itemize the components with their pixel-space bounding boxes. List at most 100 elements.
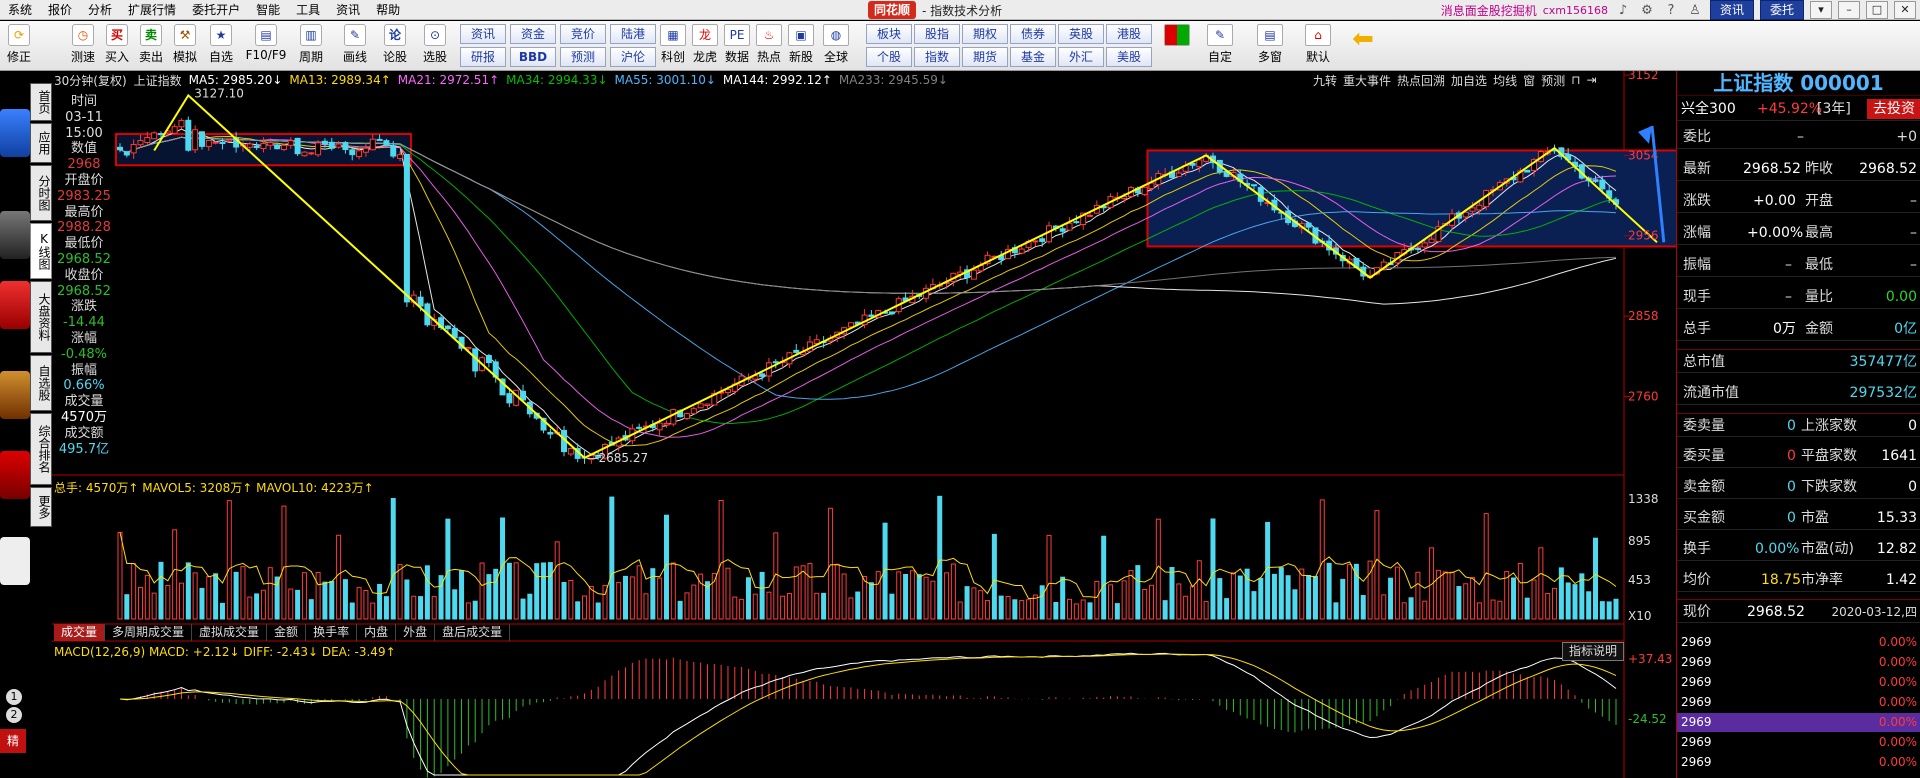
btn-bbd[interactable]: BBD	[510, 47, 556, 67]
tick-pct: 0.00%	[1878, 655, 1917, 669]
vtab-afterhours[interactable]: 盘后成交量	[435, 624, 511, 641]
menu-news[interactable]: 资讯	[328, 0, 368, 20]
btn-yuce[interactable]: 预测	[560, 47, 606, 67]
vtab-virtual[interactable]: 虚拟成交量	[192, 624, 268, 641]
username[interactable]: cxm156168	[1543, 4, 1608, 17]
btn-zhaiquan[interactable]: 债券	[1010, 24, 1056, 44]
btn-forecast[interactable]: 预测	[1541, 72, 1565, 89]
global-button[interactable]: ◍ 全球	[818, 24, 854, 65]
trade-button[interactable]: 委托	[1759, 0, 1804, 20]
fix-button[interactable]: ⟳ 修正	[2, 24, 36, 65]
kechuang-button[interactable]: ▦ 科创	[658, 24, 688, 65]
btn-zixun[interactable]: 资讯	[460, 24, 506, 44]
custom-button[interactable]: ✎ 自定	[1200, 24, 1240, 65]
btn-add-watch[interactable]: 加自选	[1451, 72, 1487, 89]
btn-major-events[interactable]: 重大事件	[1343, 72, 1391, 89]
btn-qiquan[interactable]: 期权	[962, 24, 1008, 44]
menu-trade-open[interactable]: 委托开户	[184, 0, 248, 20]
btn-window[interactable]: 窗	[1523, 72, 1535, 89]
menu-smart[interactable]: 智能	[248, 0, 288, 20]
volume-bar	[1599, 601, 1605, 620]
menu-tools[interactable]: 工具	[288, 0, 328, 20]
btn-waihui[interactable]: 外汇	[1058, 47, 1104, 67]
low-label-r: 最低	[1805, 257, 1833, 273]
menu-analysis[interactable]: 分析	[80, 0, 120, 20]
question-icon[interactable]: ?	[1662, 3, 1680, 18]
vtab-amount[interactable]: 金额	[267, 624, 307, 641]
news-link[interactable]: 消息面金股挖掘机	[1441, 2, 1537, 19]
btn-lugang[interactable]: 陆港	[610, 24, 656, 44]
ipo-button[interactable]: ▣ 新股	[786, 24, 816, 65]
btn-meigu[interactable]: 美股	[1106, 47, 1152, 67]
dragon-icon: 龙	[692, 24, 718, 46]
pin-icon[interactable]: ⇥	[1586, 73, 1596, 87]
fund-ad-row[interactable]: 兴全300 +45.92% [3年] 去投资	[1677, 97, 1920, 121]
news-button[interactable]: 资讯	[1709, 0, 1754, 20]
multiwin-button[interactable]: ▤ 多窗	[1250, 24, 1290, 65]
default-button[interactable]: ⌂ 默认	[1298, 24, 1338, 65]
forum-button[interactable]: 论论股	[378, 24, 412, 65]
btn-yanbao[interactable]: 研报	[460, 47, 506, 67]
btn-jingjia[interactable]: 竞价	[560, 24, 606, 44]
btn-zhishu[interactable]: 指数	[914, 47, 960, 67]
btn-hot-review[interactable]: 热点回溯	[1397, 72, 1445, 89]
btn-bankuai[interactable]: 板块	[866, 24, 912, 44]
period-button[interactable]: ▥ 周期	[294, 24, 328, 65]
btn-yinggu[interactable]: 英股	[1058, 24, 1104, 44]
btn-jijin[interactable]: 基金	[1010, 47, 1056, 67]
close-icon[interactable]: ✕	[1894, 1, 1916, 19]
tick-price: 2969	[1681, 755, 1712, 769]
multiwin-label: 多窗	[1257, 50, 1282, 64]
speed-button[interactable]: ◷ 测速	[66, 24, 100, 65]
maximize-icon[interactable]: □	[1866, 1, 1888, 19]
dropdown-icon[interactable]: ▾	[1810, 1, 1832, 19]
back-button[interactable]: ⬅	[1346, 24, 1380, 56]
period-label[interactable]: 30分钟(复权)	[54, 72, 127, 89]
f10-label: F10/F9	[245, 48, 287, 62]
invest-button[interactable]: 去投资	[1867, 99, 1920, 119]
vtab-volume[interactable]: 成交量	[54, 624, 106, 641]
btn-guzhi[interactable]: 股指	[914, 24, 960, 44]
volume-bar	[1108, 584, 1114, 620]
btn-jiuzhuan[interactable]: 九转	[1313, 72, 1337, 89]
shirt-icon[interactable]: ♙	[1686, 3, 1704, 18]
btn-ganggu[interactable]: 港股	[1106, 24, 1152, 44]
volume-bar	[1203, 601, 1209, 620]
btn-qihuo[interactable]: 期货	[962, 47, 1008, 67]
vtab-turnover[interactable]: 换手率	[306, 624, 358, 641]
time-value: 15:00	[65, 125, 103, 141]
menu-system[interactable]: 系统	[0, 0, 40, 20]
sell-button[interactable]: 卖卖出	[134, 24, 168, 65]
btn-zijin[interactable]: 资金	[510, 24, 556, 44]
f10-button[interactable]: ▤ F10/F9	[244, 24, 288, 62]
btn-gegu[interactable]: 个股	[866, 47, 912, 67]
watchlist-button[interactable]: ★ 自选	[204, 24, 238, 65]
buy-button[interactable]: 买买入	[100, 24, 134, 65]
bell-icon[interactable]: ♪	[1614, 3, 1632, 18]
minimize-icon[interactable]: –	[1838, 1, 1860, 19]
value-label: 数值	[70, 141, 97, 157]
longhu-button[interactable]: 龙龙虎	[690, 24, 720, 65]
candle-body	[636, 426, 643, 429]
volume-bar	[165, 584, 171, 620]
btn-ma[interactable]: 均线	[1493, 72, 1517, 89]
vtab-outer[interactable]: 外盘	[396, 624, 436, 641]
data-button[interactable]: PE 数据	[722, 24, 752, 65]
volume-bar	[1572, 584, 1578, 620]
settings-icon[interactable]: ⚙	[1638, 3, 1656, 18]
lock-icon[interactable]: ⊓	[1571, 73, 1580, 87]
indicator-explain-button[interactable]: 指标说明	[1562, 642, 1625, 661]
menu-help[interactable]: 帮助	[368, 0, 408, 20]
vtab-inner[interactable]: 内盘	[357, 624, 397, 641]
hot-button[interactable]: ♨ 热点	[754, 24, 784, 65]
volume-bar	[267, 567, 273, 620]
draw-button[interactable]: ✎ 画线	[338, 24, 372, 65]
sim-button[interactable]: ⚒ 模拟	[168, 24, 202, 65]
color-button[interactable]	[1162, 24, 1192, 48]
menu-ext-quotes[interactable]: 扩展行情	[120, 0, 184, 20]
candle-body	[280, 144, 287, 151]
btn-hulun[interactable]: 沪伦	[610, 47, 656, 67]
menu-quote[interactable]: 报价	[40, 0, 80, 20]
select-button[interactable]: ⊙ 选股	[418, 24, 452, 65]
vtab-multi[interactable]: 多周期成交量	[105, 624, 193, 641]
